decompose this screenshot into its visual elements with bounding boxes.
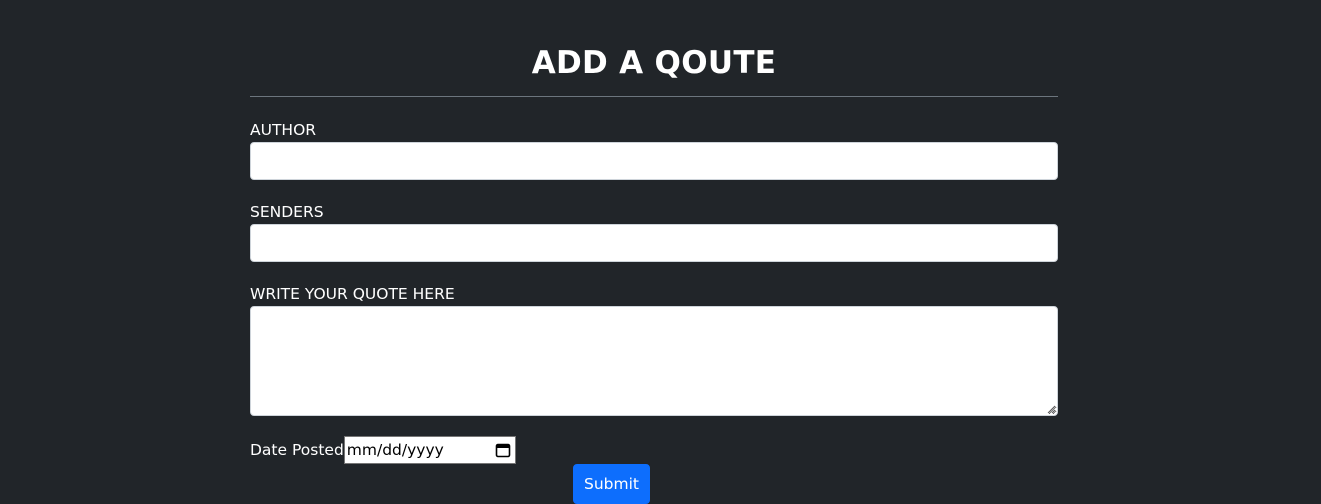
date-placeholder: mm/dd/yyyy [346, 441, 444, 459]
author-label: AUTHOR [250, 121, 317, 139]
senders-input[interactable] [250, 224, 1058, 262]
quote-textarea[interactable] [250, 306, 1058, 416]
date-row: Date Posted mm/dd/yyyy [250, 436, 516, 464]
date-posted-input[interactable]: mm/dd/yyyy [343, 436, 516, 464]
calendar-icon[interactable] [495, 442, 511, 458]
page-title: ADD A QOUTE [531, 45, 777, 81]
senders-label: SENDERS [250, 203, 324, 221]
author-input[interactable] [250, 142, 1058, 180]
title-divider [250, 96, 1058, 97]
date-posted-label: Date Posted [250, 441, 344, 459]
quote-label: WRITE YOUR QUOTE HERE [250, 285, 455, 303]
submit-button[interactable]: Submit [573, 464, 650, 504]
